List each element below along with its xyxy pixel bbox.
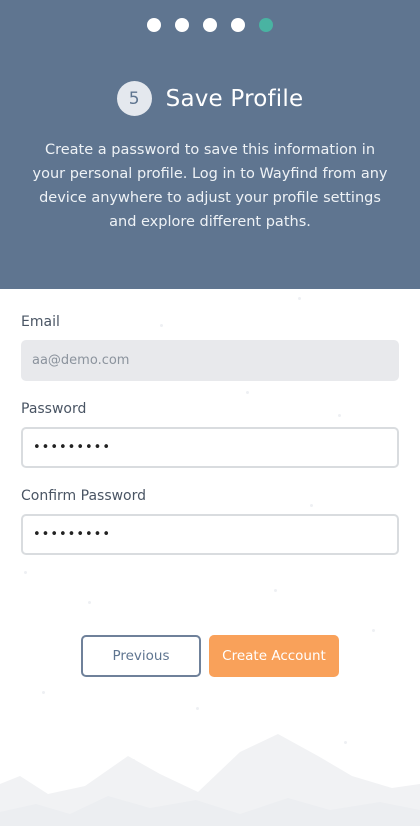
mountains-illustration [0, 734, 420, 826]
background-speck [274, 589, 277, 592]
create-account-button[interactable]: Create Account [209, 635, 339, 677]
step-heading: 5 Save Profile [0, 81, 420, 116]
background-speck [160, 324, 163, 327]
background-speck [372, 629, 375, 632]
step-number-badge: 5 [116, 81, 152, 116]
progress-dot-2[interactable] [175, 18, 189, 32]
page-title: Save Profile [165, 85, 304, 112]
background-speck [338, 414, 341, 417]
background-speck [310, 504, 313, 507]
background-speck [196, 707, 199, 710]
background-speck [298, 297, 301, 300]
confirm-password-field[interactable] [21, 514, 399, 555]
background-speck [88, 601, 91, 604]
progress-dot-4[interactable] [231, 18, 245, 32]
previous-button[interactable]: Previous [81, 635, 201, 677]
background-speck [42, 691, 45, 694]
progress-dots [0, 18, 420, 32]
confirm-password-label: Confirm Password [21, 488, 147, 504]
progress-dot-5-active[interactable] [259, 18, 273, 32]
password-label: Password [21, 401, 87, 417]
email-field[interactable] [21, 340, 399, 381]
progress-dot-3[interactable] [203, 18, 217, 32]
header-panel: 5 Save Profile Create a password to save… [0, 0, 420, 289]
password-field[interactable] [21, 427, 399, 468]
progress-dot-1[interactable] [147, 18, 161, 32]
background-speck [246, 391, 249, 394]
background-speck [24, 571, 27, 574]
step-description: Create a password to save this informati… [32, 142, 388, 230]
email-label: Email [21, 314, 60, 330]
